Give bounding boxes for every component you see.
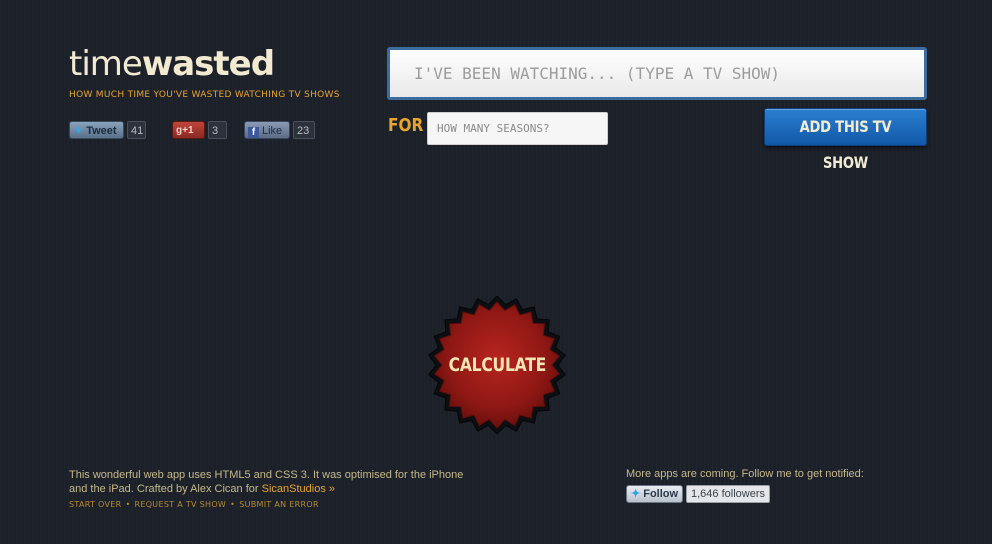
tweet-count: 41 [127, 121, 146, 139]
request-tv-show-link[interactable]: REQUEST A TV SHOW [135, 500, 227, 509]
facebook-icon: f [248, 127, 259, 138]
footer-description: This wonderful web app uses HTML5 and CS… [69, 468, 469, 496]
seasons-input[interactable] [427, 112, 608, 145]
google-plus-button[interactable]: g+1 [172, 121, 205, 139]
footer-separator: • [230, 500, 236, 509]
more-apps-text: More apps are coming. Follow me to get n… [626, 468, 864, 480]
footer-links: START OVER • REQUEST A TV SHOW • SUBMIT AN E… [69, 500, 319, 509]
logo[interactable]: timewasted [69, 44, 275, 84]
tv-show-input[interactable] [387, 47, 927, 100]
twitter-follow-button[interactable]: ✦ Follow [626, 485, 683, 503]
calculate-button[interactable]: CALCULATE [426, 296, 568, 434]
twitter-bird-icon: ✦ [74, 125, 84, 137]
google-plus-count: 3 [208, 121, 227, 139]
tagline: HOW MUCH TIME YOU'VE WASTED WATCHING TV … [69, 90, 340, 100]
logo-light-text: time [69, 44, 143, 84]
twitter-bird-icon: ✦ [631, 488, 641, 500]
add-tv-show-label: ADD THIS TV SHOW [799, 117, 892, 172]
followers-count: 1,646 followers [686, 485, 770, 503]
footer-separator: • [125, 500, 131, 509]
tweet-button[interactable]: ✦ Tweet [69, 121, 124, 139]
add-tv-show-button[interactable]: ADD THIS TV SHOW [764, 108, 927, 172]
facebook-like-button[interactable]: f Like [244, 121, 290, 139]
tweet-label: Tweet [86, 125, 117, 137]
sicanstudios-link[interactable]: SicanStudios » [262, 483, 335, 495]
calculate-label: CALCULATE [448, 354, 546, 376]
like-count: 23 [293, 121, 315, 139]
follow-label: Follow [643, 488, 679, 500]
submit-error-link[interactable]: SUBMIT AN ERROR [239, 500, 319, 509]
like-label: Like [262, 125, 283, 137]
start-over-link[interactable]: START OVER [69, 500, 121, 509]
logo-bold-text: wasted [141, 44, 275, 84]
for-label: FOR [388, 115, 424, 136]
google-plus-label: +1 [182, 125, 194, 136]
